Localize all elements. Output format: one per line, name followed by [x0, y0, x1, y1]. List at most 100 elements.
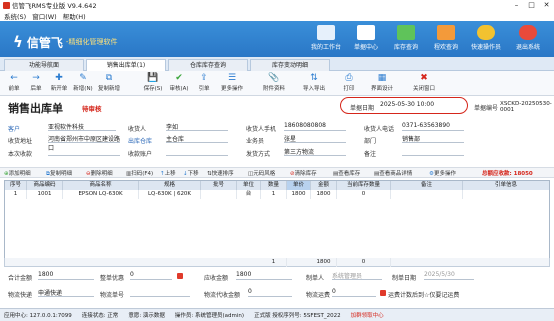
brand: ϟ 信管飞 -精细化管理软件	[13, 33, 117, 51]
exit-icon	[519, 25, 537, 40]
tracking-field[interactable]	[130, 288, 190, 297]
tab-navigation[interactable]: 功能导航面	[4, 59, 84, 71]
menu-system[interactable]: 系统(S)	[4, 11, 26, 21]
document-center-button[interactable]: 单据中心	[346, 24, 386, 56]
style-button[interactable]: ◫元码风格	[248, 169, 275, 177]
col-code[interactable]: 商品编码	[27, 181, 63, 190]
add-row-button[interactable]: ⊕添加明细	[4, 169, 31, 177]
payment-field[interactable]	[48, 147, 120, 156]
cell-amount: 1800	[311, 190, 337, 199]
doc-no-field[interactable]: XSCKD-20250530-0001	[500, 101, 552, 113]
tab-stock-query[interactable]: 仓库库存查询	[168, 59, 248, 71]
col-price[interactable]: 单价	[287, 181, 311, 190]
receivable-field[interactable]: 1800	[236, 271, 292, 280]
date-label: 单据日期	[350, 105, 375, 112]
col-amount[interactable]: 金额	[311, 181, 337, 190]
more-actions-button[interactable]: ☰ 更多操作	[218, 73, 246, 92]
cell-price: 1800	[287, 190, 311, 199]
close-icon[interactable]: ✕	[539, 0, 554, 10]
discount-calc-icon[interactable]	[177, 273, 183, 279]
app-header: ϟ 信管飞 -精细化管理软件 我的工作台 单据中心 库存查询 程欢查询 快速操作…	[0, 21, 554, 57]
menu-window[interactable]: 窗口(W)	[32, 11, 57, 21]
quote-doc-button[interactable]: ⇪ 引单	[193, 73, 215, 92]
copy-add-button[interactable]: ⧉ 复制新增	[96, 73, 122, 92]
prev-doc-label: 前单	[8, 86, 20, 92]
cod-field[interactable]: 0	[248, 288, 292, 297]
tab-stock-changes[interactable]: 库存变动明细	[250, 59, 330, 71]
import-export-button[interactable]: ⇅ 导入导出	[300, 73, 328, 92]
close-window-button[interactable]: ✖ 关闭窗口	[410, 73, 438, 92]
freight-checkbox[interactable]	[380, 290, 386, 296]
quick-operator-button[interactable]: 快速操作员	[466, 24, 506, 56]
copy-row-button[interactable]: ⧉复制明细	[46, 169, 72, 178]
clear-stock-button[interactable]: ⊘清除库存	[290, 169, 317, 177]
scan-label: 扫码(F4)	[131, 171, 154, 177]
receiver-phone-field[interactable]: 18608080808	[284, 122, 346, 131]
recipient-phone-field[interactable]: 0371-63563890	[402, 122, 464, 131]
style-label: 元码风格	[253, 171, 276, 177]
grid-more-label: 更多操作	[433, 171, 456, 177]
col-seq[interactable]: 序号	[5, 181, 27, 190]
minimize-icon[interactable]: –	[509, 0, 524, 10]
delete-row-button[interactable]: ⊖删除明细	[86, 169, 113, 177]
save-button[interactable]: 💾 保存(S)	[142, 73, 164, 92]
brand-name: 信管飞	[26, 35, 63, 50]
menu-help[interactable]: 帮助(H)	[63, 11, 86, 21]
date-field[interactable]: 2025-05-30 10:00	[380, 101, 460, 110]
new-doc-button[interactable]: ✚ 新开单	[48, 73, 70, 92]
scan-button[interactable]: ▥扫码(F4)	[126, 169, 153, 177]
approve-label: 审核(A)	[169, 86, 189, 92]
print-button[interactable]: ⎙ 打印	[338, 73, 360, 92]
col-quote[interactable]: 引单信息	[463, 181, 549, 190]
paperclip-icon: 📎	[268, 73, 280, 83]
window-title: 信管飞RMS专业版 V9.4.642	[12, 2, 97, 10]
next-doc-button[interactable]: → 后单	[25, 73, 47, 92]
status-badge: 待审核	[82, 105, 102, 113]
customer-field[interactable]: 亚视软件科技	[48, 122, 116, 131]
grid-more-button[interactable]: ⚙更多操作	[429, 169, 456, 177]
freight-field[interactable]: 0	[332, 288, 376, 297]
tracking-label: 物流单号	[100, 292, 125, 299]
receiver-field[interactable]: 李如	[166, 122, 228, 131]
discount-field[interactable]: 0	[130, 271, 172, 280]
exit-button[interactable]: 退出系统	[508, 24, 548, 56]
salesman-label: 业务员	[246, 138, 265, 145]
address-field[interactable]: 河南省郑州市中原区建设路口	[48, 134, 120, 152]
sum-label: 合计金额	[8, 275, 33, 282]
tab-sales-outbound[interactable]: 销售出库单(1)	[86, 59, 166, 71]
workbench-button[interactable]: 我的工作台	[306, 24, 346, 56]
quick-sort-button[interactable]: ⇅快速排序	[207, 169, 234, 177]
shipping-field[interactable]: 第三方物流	[284, 147, 346, 156]
salesman-field[interactable]: 张星	[284, 134, 346, 143]
maximize-icon[interactable]: □	[524, 0, 539, 10]
help-link[interactable]: 加群领取中心	[351, 311, 384, 319]
col-spec[interactable]: 规格	[139, 181, 201, 190]
sum-field[interactable]: 1800	[38, 271, 94, 280]
col-stock[interactable]: 当前库存数量	[337, 181, 391, 190]
stock-query-button[interactable]: 库存查询	[386, 24, 426, 56]
col-batch[interactable]: 批号	[201, 181, 237, 190]
col-remark[interactable]: 备注	[391, 181, 463, 190]
stock-query-label: 库存查询	[393, 44, 418, 51]
warehouse-field[interactable]: 主仓库	[166, 134, 228, 143]
attachments-button[interactable]: 📎 附件资料	[260, 73, 288, 92]
col-unit[interactable]: 单位	[237, 181, 261, 190]
total-qty: 1	[261, 258, 287, 267]
quote-doc-label: 引单	[198, 86, 210, 92]
view-stock-button[interactable]: ▤查看库存	[333, 169, 360, 177]
col-name[interactable]: 商品名称	[63, 181, 139, 190]
remark-field[interactable]	[402, 147, 464, 156]
ui-design-button[interactable]: ▦ 界面设计	[368, 73, 396, 92]
page-title: 销售出库单	[8, 102, 63, 115]
query-button[interactable]: 程欢查询	[426, 24, 466, 56]
move-up-button[interactable]: ↑上移	[160, 169, 176, 177]
add-button[interactable]: ✎ 新增(N)	[72, 73, 94, 92]
account-field[interactable]	[166, 147, 228, 156]
col-qty[interactable]: 数量	[261, 181, 287, 190]
move-down-button[interactable]: ↓下移	[183, 169, 199, 177]
logistics-field[interactable]: 申通快递	[38, 288, 94, 297]
product-detail-button[interactable]: ▤查看商品详情	[374, 169, 412, 177]
dept-field[interactable]: 销售部	[402, 134, 464, 143]
approve-button[interactable]: ✔ 审核(A)	[168, 73, 190, 92]
prev-doc-button[interactable]: ← 前单	[3, 73, 25, 92]
